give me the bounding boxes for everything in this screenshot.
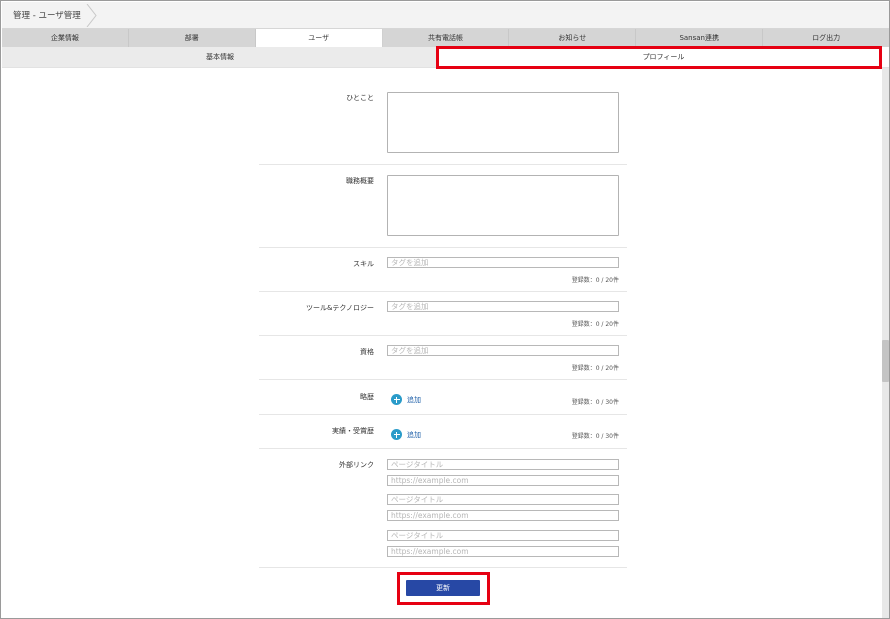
tab-departments[interactable]: 部署 [129,29,256,47]
achievements-count: 登録数：0 / 30件 [571,433,619,440]
history-count: 登録数：0 / 30件 [571,399,619,406]
sub-tabs: 基本情報 プロフィール [2,47,889,68]
subtab-basic-info[interactable]: 基本情報 [2,47,438,67]
career-summary-textarea[interactable] [387,175,619,236]
skill-label: スキル [353,260,374,268]
main-tabs: 企業情報 部署 ユーザ 共有電話帳 お知らせ Sansan連携 ログ出力 [2,29,889,47]
tab-company-info[interactable]: 企業情報 [2,29,129,47]
history-add-button[interactable]: 追加 [391,394,421,405]
achievements-add-button[interactable]: 追加 [391,429,421,440]
tab-log-export[interactable]: ログ出力 [763,29,889,47]
link-1-title-input[interactable]: ページタイトル [387,459,619,470]
link-2-url-input[interactable]: https://example.com [387,510,619,521]
scrollbar-thumb[interactable] [882,340,889,382]
breadcrumb-separator-icon [86,4,97,27]
hitokoto-label: ひとこと [346,94,374,102]
link-3-url-input[interactable]: https://example.com [387,546,619,557]
hitokoto-textarea[interactable] [387,92,619,153]
tab-shared-phonebook[interactable]: 共有電話帳 [383,29,510,47]
achievements-add-label: 追加 [407,430,421,439]
subtab-profile[interactable]: プロフィール [438,47,889,67]
tab-users[interactable]: ユーザ [255,29,383,47]
field-row-hitokoto: ひとこと [259,81,627,165]
qualification-tag-input[interactable]: タグを追加 [387,345,619,356]
external-links-label: 外部リンク [339,461,374,469]
link-3-title-input[interactable]: ページタイトル [387,530,619,541]
field-row-tools: ツール&テクノロジー タグを追加 登録数：0 / 20件 [259,292,627,336]
skill-count: 登録数：0 / 20件 [571,277,619,284]
tools-label: ツール&テクノロジー [305,304,374,312]
tools-count: 登録数：0 / 20件 [571,321,619,328]
history-label: 略歴 [360,393,374,401]
achievements-label: 実績・受賞歴 [332,427,374,435]
vertical-scrollbar[interactable] [882,68,889,618]
career-summary-label: 職務概要 [346,177,374,185]
skill-tag-input[interactable]: タグを追加 [387,257,619,268]
qualification-count: 登録数：0 / 20件 [571,365,619,372]
qualification-label: 資格 [360,348,374,356]
field-row-qualification: 資格 タグを追加 登録数：0 / 20件 [259,336,627,380]
history-add-label: 追加 [407,395,421,404]
update-button[interactable]: 更新 [406,580,480,596]
field-row-history: 略歴 追加 登録数：0 / 30件 [259,380,627,415]
plus-circle-icon [391,429,402,440]
field-row-achievements: 実績・受賞歴 追加 登録数：0 / 30件 [259,415,627,449]
tab-sansan-integration[interactable]: Sansan連携 [636,29,764,47]
link-2-title-input[interactable]: ページタイトル [387,494,619,505]
tools-tag-input[interactable]: タグを追加 [387,301,619,312]
field-row-career-summary: 職務概要 [259,165,627,248]
field-row-skill: スキル タグを追加 登録数：0 / 20件 [259,248,627,292]
field-row-external-links: 外部リンク ページタイトル https://example.com ページタイト… [259,449,627,568]
breadcrumb-label[interactable]: 管理 - ユーザ管理 [13,9,81,21]
plus-circle-icon [391,394,402,405]
admin-window: 管理 - ユーザ管理 企業情報 部署 ユーザ 共有電話帳 お知らせ Sansan… [0,0,890,619]
breadcrumb: 管理 - ユーザ管理 [2,2,889,29]
link-1-url-input[interactable]: https://example.com [387,475,619,486]
tab-notices[interactable]: お知らせ [509,29,637,47]
